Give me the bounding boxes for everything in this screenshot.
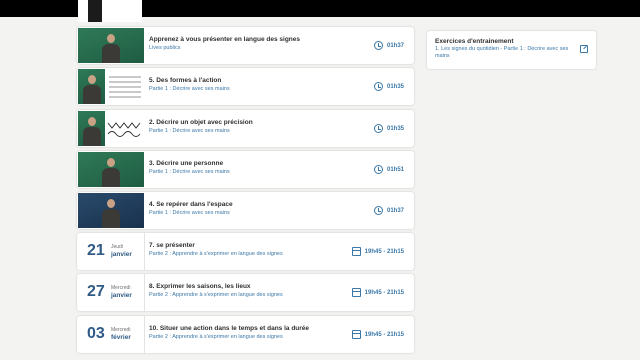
session-card[interactable]: 03 Mercredi février 10. Situer une actio… bbox=[77, 316, 414, 353]
session-title[interactable]: 4. Se repérer dans l'espace bbox=[149, 201, 339, 208]
signer-figure bbox=[83, 75, 101, 104]
signer-figure bbox=[102, 158, 120, 187]
exercise-link[interactable]: 1. Les signes du quotidien - Partie 1 : … bbox=[435, 46, 575, 60]
previous-card-thumbnail bbox=[78, 0, 142, 22]
session-date: 21 Jeudi janvier bbox=[77, 233, 145, 270]
session-duration: 01h51 bbox=[386, 166, 404, 173]
session-subtitle: Lives publics bbox=[149, 45, 181, 51]
session-card[interactable]: Apprenez à vous présenter en langue des … bbox=[77, 27, 414, 64]
document-preview bbox=[109, 76, 141, 101]
session-time: 19h45 - 21h15 bbox=[364, 331, 404, 338]
clock-icon bbox=[373, 206, 383, 215]
signer-figure bbox=[102, 34, 120, 63]
top-bar bbox=[0, 0, 640, 22]
signer-figure bbox=[83, 117, 101, 146]
session-subtitle: Partie 1 : Décrire avec ses mains bbox=[149, 169, 230, 175]
date-month: janvier bbox=[111, 292, 132, 299]
video-thumbnail[interactable] bbox=[78, 111, 144, 146]
session-subtitle: Partie 2 : Apprendre à s'exprimer en lan… bbox=[149, 334, 283, 340]
session-duration: 01h35 bbox=[386, 125, 404, 132]
session-subtitle: Partie 1 : Décrire avec ses mains bbox=[149, 210, 230, 216]
signer-figure bbox=[102, 199, 120, 228]
session-card[interactable]: 21 Jeudi janvier 7. se présenter Partie … bbox=[77, 233, 414, 270]
session-title[interactable]: 7. se présenter bbox=[149, 242, 339, 249]
session-subtitle: Partie 2 : Apprendre à s'exprimer en lan… bbox=[149, 251, 283, 257]
session-card[interactable]: 5. Des formes à l'action Partie 1 : Décr… bbox=[77, 68, 414, 105]
calendar-icon bbox=[351, 247, 361, 256]
clock-icon bbox=[373, 124, 383, 133]
external-link-icon[interactable] bbox=[580, 45, 588, 53]
date-day: 27 bbox=[87, 283, 105, 300]
session-date: 03 Mercredi février bbox=[77, 316, 145, 353]
wave-drawing bbox=[107, 122, 141, 137]
clock-icon bbox=[373, 41, 383, 50]
session-title[interactable]: 8. Exprimer les saisons, les lieux bbox=[149, 283, 339, 290]
session-duration: 01h35 bbox=[386, 83, 404, 90]
date-weekday: Mercredi bbox=[111, 327, 131, 333]
calendar-icon bbox=[351, 288, 361, 297]
session-card[interactable]: 27 Mercredi janvier 8. Exprimer les sais… bbox=[77, 274, 414, 311]
clock-icon bbox=[373, 82, 383, 91]
video-thumbnail[interactable] bbox=[78, 69, 144, 104]
video-thumbnail[interactable] bbox=[78, 193, 144, 228]
video-thumbnail[interactable] bbox=[78, 152, 144, 187]
date-day: 03 bbox=[87, 325, 105, 342]
session-card[interactable]: 4. Se repérer dans l'espace Partie 1 : D… bbox=[77, 192, 414, 229]
session-title[interactable]: 2. Décrire un objet avec précision bbox=[149, 119, 339, 126]
session-card[interactable]: 3. Décrire une personne Partie 1 : Décri… bbox=[77, 151, 414, 188]
session-subtitle: Partie 1 : Décrire avec ses mains bbox=[149, 128, 230, 134]
session-title[interactable]: 5. Des formes à l'action bbox=[149, 77, 339, 84]
exercises-title: Exercices d'entrainement bbox=[435, 38, 514, 45]
exercises-panel: Exercices d'entrainement 1. Les signes d… bbox=[427, 31, 596, 69]
clock-icon bbox=[373, 165, 383, 174]
date-weekday: Jeudi bbox=[111, 244, 123, 250]
session-date: 27 Mercredi janvier bbox=[77, 274, 145, 311]
session-title[interactable]: Apprenez à vous présenter en langue des … bbox=[149, 36, 339, 43]
session-time: 19h45 - 21h15 bbox=[364, 248, 404, 255]
session-duration: 01h37 bbox=[386, 207, 404, 214]
session-duration: 01h37 bbox=[386, 42, 404, 49]
date-month: janvier bbox=[111, 251, 132, 258]
calendar-icon bbox=[351, 330, 361, 339]
session-card[interactable]: 2. Décrire un objet avec précision Parti… bbox=[77, 110, 414, 147]
session-time: 19h45 - 21h15 bbox=[364, 289, 404, 296]
date-weekday: Mercredi bbox=[111, 285, 131, 291]
session-subtitle: Partie 1 : Décrire avec ses mains bbox=[149, 86, 230, 92]
session-title[interactable]: 10. Situer une action dans le temps et d… bbox=[149, 325, 339, 332]
date-day: 21 bbox=[87, 242, 105, 259]
date-month: février bbox=[111, 334, 131, 341]
session-title[interactable]: 3. Décrire une personne bbox=[149, 160, 339, 167]
session-subtitle: Partie 2 : Apprendre à s'exprimer en lan… bbox=[149, 292, 283, 298]
video-thumbnail[interactable] bbox=[78, 28, 144, 63]
